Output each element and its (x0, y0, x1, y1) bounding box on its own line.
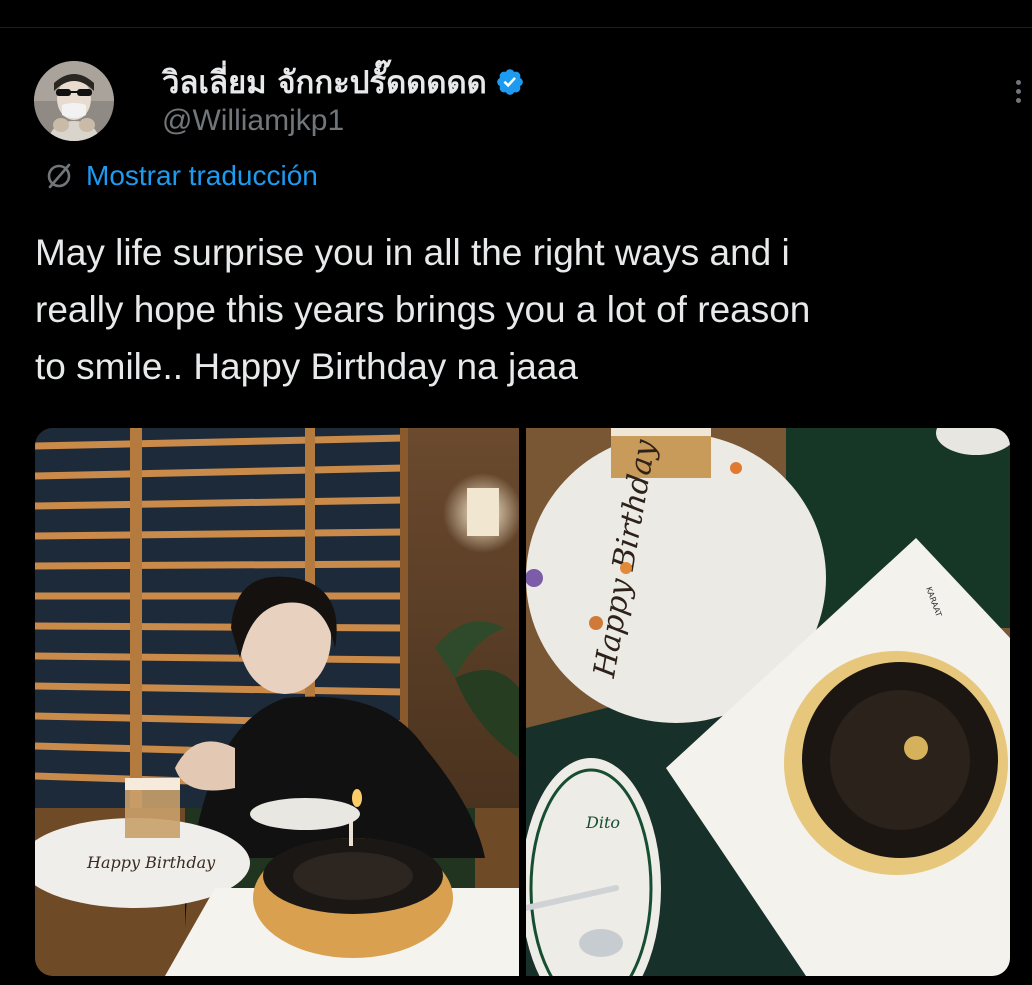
more-options-icon[interactable] (1008, 76, 1028, 116)
tweet-text: May life surprise you in all the right w… (35, 232, 811, 387)
photo-birthday-portrait: Happy Birthday (35, 428, 519, 976)
media-photo-1[interactable]: Happy Birthday (35, 428, 519, 976)
author-avatar[interactable] (34, 61, 114, 141)
show-translation-label: Mostrar traducción (86, 160, 318, 191)
small-plate-text: Dito (585, 813, 620, 832)
photo-table-overhead: Happy Birthday Dito KARAAT (526, 428, 1010, 976)
tweet-media: Happy Birthday Happy Birthday Dito KARAA… (35, 428, 1010, 976)
avatar-image (34, 61, 114, 141)
show-translation-link[interactable]: Mostrar traducción (44, 160, 318, 192)
author-handle[interactable]: @Williamjkp1 (162, 104, 344, 138)
media-photo-2[interactable]: Happy Birthday Dito KARAAT (526, 428, 1010, 976)
top-divider (0, 0, 1032, 28)
verified-badge-icon (496, 69, 523, 95)
plate-writing-1: Happy Birthday (86, 853, 216, 872)
author-display-name[interactable]: วิลเลี่ยม จักกะปรั๊ดดดดด (162, 57, 487, 107)
translate-icon (47, 163, 71, 189)
author-name-row: วิลเลี่ยม จักกะปรั๊ดดดดด (162, 60, 525, 104)
